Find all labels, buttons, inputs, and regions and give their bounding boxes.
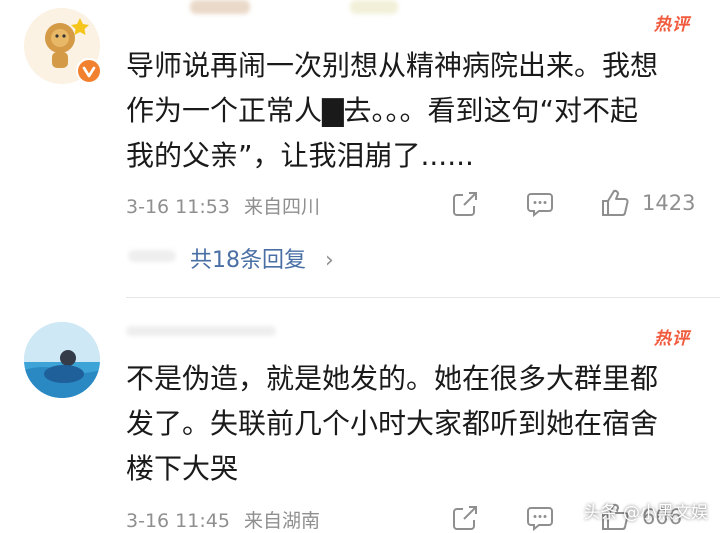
comment-time: 3-16 11:45	[126, 510, 230, 532]
comment-line: 不是伪造，就是她发的。她在很多大群里都	[126, 362, 659, 395]
comment-line: 楼下大哭	[126, 452, 239, 485]
comment-text: 不是伪造，就是她发的。她在很多大群里都 发了。失联前几个小时大家都听到她在宿舍 …	[126, 356, 696, 491]
username-blurred[interactable]	[126, 326, 276, 336]
comment-icon[interactable]	[525, 503, 555, 533]
comment-2: 热评 不是伪造，就是她发的。她在很多大群里都 发了。失联前几个小时大家都听到她在…	[0, 0, 720, 533]
comment-location: 来自湖南	[243, 510, 320, 532]
watermark: 头条 @小黑文娱	[583, 503, 708, 523]
hot-comment-badge: 热评	[654, 329, 690, 349]
ocean-avatar-icon	[24, 322, 100, 398]
avatar[interactable]	[24, 322, 100, 398]
comment-line: 发了。失联前几个小时大家都听到她在宿舍	[126, 407, 659, 440]
share-icon[interactable]	[450, 503, 480, 533]
comment-meta: 3-16 11:45 来自湖南	[126, 506, 320, 533]
